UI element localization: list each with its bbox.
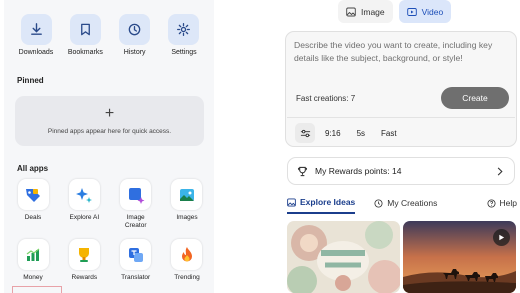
all-apps-grid: Deals Explore AI Image Creator Images Mo… <box>12 179 208 291</box>
images-icon <box>171 179 203 210</box>
money-chart-icon <box>17 239 49 270</box>
tab-help[interactable]: Help <box>487 198 517 213</box>
quick-actions-row: Downloads Bookmarks History Settings <box>12 14 208 56</box>
app-label: Trending <box>174 274 200 281</box>
deals-tag-icon <box>17 179 49 210</box>
play-button[interactable] <box>493 229 510 246</box>
duration-option[interactable]: 5s <box>357 129 365 138</box>
ideas-gallery <box>287 221 516 293</box>
gear-icon <box>168 14 200 45</box>
video-icon <box>406 7 417 16</box>
download-icon <box>20 14 52 45</box>
rewards-trophy-icon <box>68 239 100 270</box>
history-icon <box>374 198 383 208</box>
app-image-creator[interactable]: Image Creator <box>115 179 157 230</box>
app-images[interactable]: Images <box>166 179 208 230</box>
app-translator[interactable]: Translator <box>115 239 157 282</box>
chevron-right-icon <box>497 166 503 176</box>
bookmarks-label: Bookmarks <box>67 49 103 56</box>
translator-icon <box>120 239 152 270</box>
image-creator-icon <box>120 179 152 210</box>
trophy-icon <box>297 166 308 176</box>
prompt-input[interactable]: Describe the video you want to create, i… <box>294 39 494 64</box>
desert-camels-thumbnail[interactable] <box>403 221 516 293</box>
fast-creations-count: Fast creations: 7 <box>296 94 356 103</box>
pinned-apps-area[interactable]: + Pinned apps appear here for quick acce… <box>15 96 204 146</box>
image-mode-label: Image <box>361 6 385 17</box>
app-explore-ai[interactable]: Explore AI <box>63 179 105 230</box>
app-deals[interactable]: Deals <box>12 179 54 230</box>
tab-label: Help <box>499 198 517 208</box>
selection-outline <box>12 286 62 293</box>
history-icon <box>119 14 151 45</box>
video-mode-label: Video <box>421 6 444 17</box>
all-apps-heading: All apps <box>17 164 49 173</box>
help-icon <box>487 198 496 208</box>
sliders-icon <box>300 129 310 137</box>
pinned-empty-text: Pinned apps appear here for quick access… <box>47 128 172 135</box>
summer-flowers-image <box>287 221 400 293</box>
app-label: Image Creator <box>124 214 147 229</box>
tab-explore-ideas[interactable]: Explore Ideas <box>287 197 356 214</box>
app-money[interactable]: Money <box>12 239 54 282</box>
tab-label: Explore Ideas <box>300 197 356 207</box>
summer-flowers-thumbnail[interactable] <box>287 221 400 293</box>
screen: Downloads Bookmarks History Settings Pin… <box>0 0 520 293</box>
add-pinned-icon: + <box>104 105 115 122</box>
app-label: Translator <box>121 274 151 281</box>
app-label: Images <box>176 214 198 221</box>
app-label: Money <box>23 274 43 281</box>
settings-button[interactable]: Settings <box>160 14 208 56</box>
app-trending[interactable]: Trending <box>166 239 208 282</box>
downloads-label: Downloads <box>18 49 54 56</box>
mode-toggle: Image Video <box>338 0 452 23</box>
app-label: Deals <box>24 214 42 221</box>
downloads-button[interactable]: Downloads <box>12 14 60 56</box>
settings-sliders-button[interactable] <box>295 123 315 143</box>
prompt-divider <box>287 117 515 118</box>
image-mode-button[interactable]: Image <box>338 0 393 23</box>
tab-label: My Creations <box>387 198 438 208</box>
create-button[interactable]: Create <box>441 87 509 109</box>
app-label: Rewards <box>71 274 98 281</box>
play-icon <box>499 234 505 241</box>
rewards-points-button[interactable]: My Rewards points: 14 <box>287 157 515 185</box>
history-button[interactable]: History <box>111 14 159 56</box>
sparkle-icon <box>68 179 100 210</box>
app-label: Explore AI <box>69 214 100 221</box>
app-rewards[interactable]: Rewards <box>63 239 105 282</box>
aspect-ratio-option[interactable]: 9:16 <box>325 129 341 138</box>
tab-my-creations[interactable]: My Creations <box>374 198 437 213</box>
prompt-box: Describe the video you want to create, i… <box>285 31 517 147</box>
bookmark-icon <box>69 14 101 45</box>
speed-option[interactable]: Fast <box>381 129 397 138</box>
apps-panel: Downloads Bookmarks History Settings Pin… <box>4 0 214 293</box>
image-icon <box>346 7 356 16</box>
settings-label: Settings <box>171 49 197 56</box>
feed-tabs: Explore Ideas My Creations Help <box>287 197 517 214</box>
rewards-points-label: My Rewards points: 14 <box>315 166 402 176</box>
video-creator-panel: Image Video Describe the video you want … <box>282 0 520 293</box>
history-label: History <box>123 49 146 56</box>
trending-flame-icon <box>171 239 203 270</box>
video-options: 9:16 5s Fast <box>295 123 397 143</box>
pinned-heading: Pinned <box>17 76 44 85</box>
explore-icon <box>287 197 296 207</box>
bookmarks-button[interactable]: Bookmarks <box>61 14 109 56</box>
video-mode-button[interactable]: Video <box>398 0 452 23</box>
